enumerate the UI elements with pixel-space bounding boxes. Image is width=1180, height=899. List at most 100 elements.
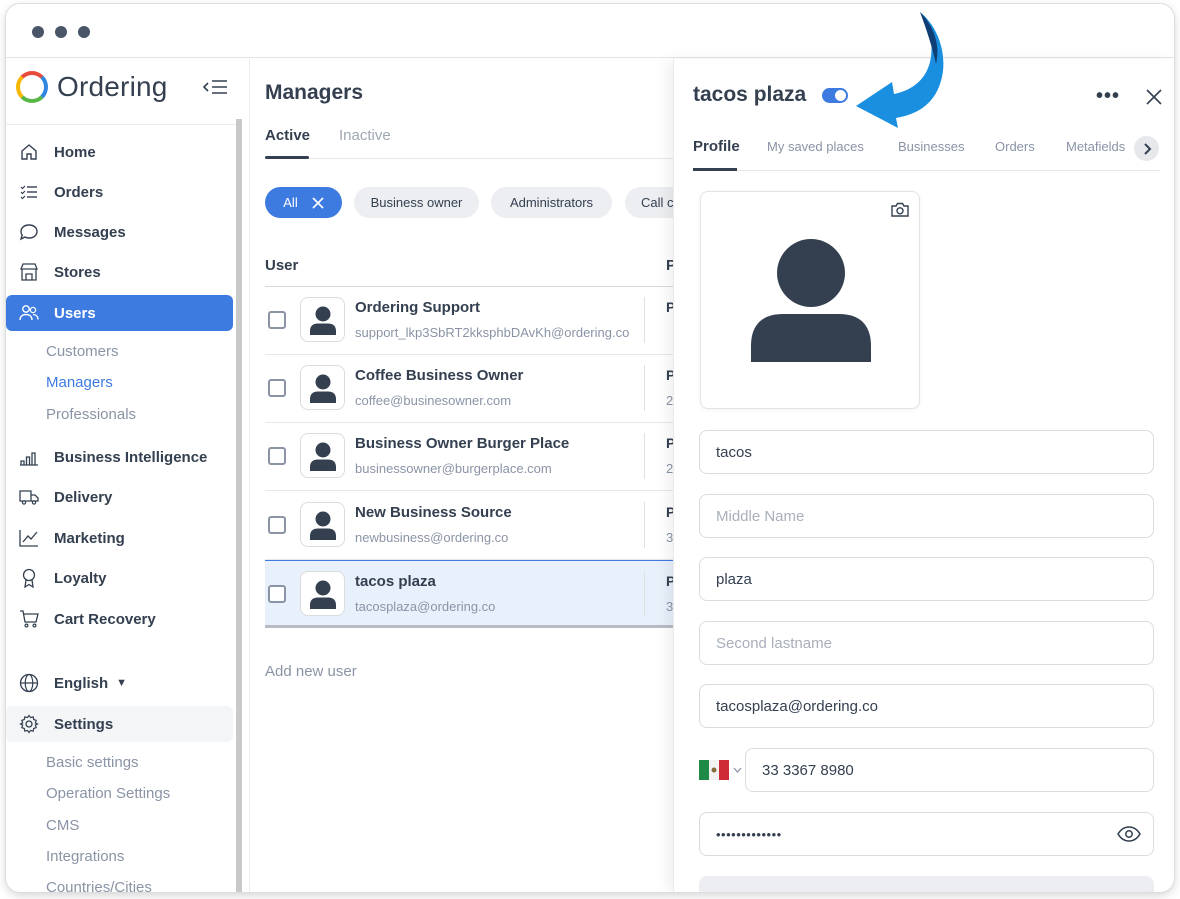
user-detail-panel: tacos plaza ••• Profile My saved places … [673,59,1174,892]
app-window: Ordering Home Orders Messages Stores Use… [6,4,1174,892]
chevron-down-icon [733,767,742,773]
panel-tabs-divider [693,170,1160,171]
camera-icon[interactable] [891,202,909,217]
sidebar-item-home[interactable]: Home [6,134,233,170]
sidebar-item-label: Settings [54,715,114,733]
row-checkbox[interactable] [268,447,286,465]
collapse-sidebar-icon[interactable] [202,77,228,97]
users-icon [18,302,40,324]
gear-icon [18,713,40,735]
sidebar-item-loyalty[interactable]: Loyalty [6,560,233,596]
tab-inactive[interactable]: Inactive [339,127,391,144]
sidebar-item-cart-recovery[interactable]: Cart Recovery [6,601,233,637]
filter-chip-business-owner[interactable]: Business owner [354,187,479,218]
password-field[interactable]: ••••••••••••• [699,812,1154,856]
list-icon [18,181,40,203]
caret-down-icon: ▼ [116,677,128,689]
sidebar-item-label: Business Intelligence [54,448,208,466]
user-avatar-icon [309,442,336,471]
row-checkbox[interactable] [268,516,286,534]
sidebar-item-messages[interactable]: Messages [6,214,233,250]
sidebar-sub-managers[interactable]: Managers [46,374,113,391]
tab-businesses[interactable]: Businesses [898,139,964,154]
column-header-user: User [265,257,299,274]
sidebar-scrollbar[interactable] [236,119,242,892]
user-email: businessowner@burgerplace.com [355,461,552,476]
truck-icon [18,486,40,508]
tab-metafields[interactable]: Metafields [1066,139,1125,154]
active-toggle[interactable] [822,88,848,103]
home-icon [18,141,40,163]
close-icon[interactable] [1144,87,1164,107]
language-selector[interactable]: English ▼ [6,665,233,701]
email-field[interactable]: tacosplaza@ordering.co [699,684,1154,728]
avatar [300,297,345,342]
password-value: ••••••••••••• [716,826,782,842]
sidebar-item-label: Cart Recovery [54,610,156,628]
first-name-field[interactable]: tacos [699,430,1154,474]
brand-logo[interactable]: Ordering [16,67,168,107]
row-checkbox[interactable] [268,379,286,397]
user-name: Ordering Support [355,299,480,316]
filter-chip-administrators[interactable]: Administrators [491,187,612,218]
settings-sub-cms[interactable]: CMS [46,817,79,834]
avatar [300,433,345,478]
sidebar-sub-customers[interactable]: Customers [46,343,119,360]
country-code-selector[interactable] [699,758,745,782]
last-name-field[interactable]: plaza [699,557,1154,601]
filter-chip-all[interactable]: All [265,187,342,218]
sidebar-item-marketing[interactable]: Marketing [6,520,233,556]
tab-profile[interactable]: Profile [693,138,740,155]
sidebar-item-business-intelligence[interactable]: Business Intelligence [6,439,233,475]
phone-field[interactable]: 33 3367 8980 [745,748,1154,792]
tab-orders[interactable]: Orders [995,139,1035,154]
add-new-user-link[interactable]: Add new user [265,663,357,680]
sidebar: Ordering Home Orders Messages Stores Use… [6,59,243,892]
sidebar-item-label: Marketing [54,529,125,547]
column-divider [644,433,645,479]
more-options-button[interactable]: ••• [1096,85,1120,108]
sidebar-divider [6,124,242,125]
globe-icon [18,672,40,694]
bar-chart-icon [18,446,40,468]
sidebar-item-stores[interactable]: Stores [6,254,233,290]
avatar [300,502,345,547]
active-panel-tab-indicator [693,168,737,171]
sidebar-sub-professionals[interactable]: Professionals [46,406,136,423]
user-name: New Business Source [355,504,512,521]
eye-icon[interactable] [1117,826,1141,842]
table-row[interactable]: Ordering Support support_lkp3SbRT2kksphbD… [265,287,675,355]
tab-active[interactable]: Active [265,127,310,144]
table-row[interactable]: New Business Source newbusiness@ordering.… [265,492,675,560]
table-row[interactable]: tacos plaza tacosplaza@ordering.co P 3 [265,560,675,628]
middle-name-field[interactable]: Middle Name [699,494,1154,538]
language-label: English [54,674,109,692]
tabs-next-button[interactable] [1134,136,1159,161]
profile-photo-uploader[interactable] [700,191,920,409]
sidebar-item-delivery[interactable]: Delivery [6,479,233,515]
sidebar-item-settings[interactable]: Settings [6,706,233,742]
settings-sub-countries[interactable]: Countries/Cities [46,879,152,892]
user-name: Business Owner Burger Place [355,435,570,452]
table-row[interactable]: Coffee Business Owner coffee@businesowner… [265,355,675,423]
user-avatar-icon [309,511,336,540]
column-divider [644,571,645,617]
settings-sub-integrations[interactable]: Integrations [46,848,124,865]
settings-sub-basic[interactable]: Basic settings [46,754,139,771]
chat-icon [18,221,40,243]
second-lastname-field[interactable]: Second lastname [699,621,1154,665]
mexico-flag-icon [699,760,729,780]
sidebar-item-users[interactable]: Users [6,295,233,331]
column-divider [644,365,645,411]
user-avatar-icon [309,374,336,403]
cart-icon [18,608,40,630]
tab-my-saved-places[interactable]: My saved places [767,139,864,154]
close-icon[interactable] [312,196,324,209]
row-checkbox[interactable] [268,311,286,329]
save-button[interactable] [699,876,1154,892]
row-checkbox[interactable] [268,585,286,603]
window-dot [32,26,44,38]
sidebar-item-orders[interactable]: Orders [6,174,233,210]
settings-sub-operation[interactable]: Operation Settings [46,785,170,802]
table-row[interactable]: Business Owner Burger Place businessowner… [265,423,675,491]
